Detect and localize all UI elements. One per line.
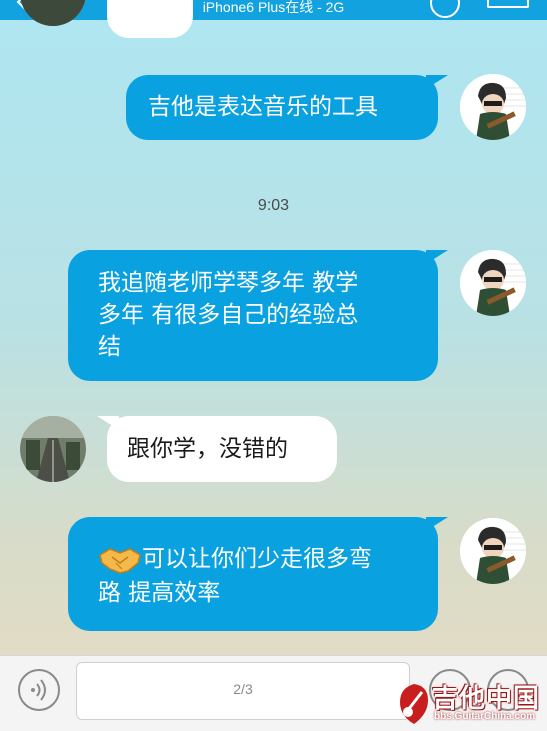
message-text-line: 多年 有很多自己的经验总: [98, 302, 359, 328]
avatar[interactable]: [20, 0, 86, 26]
handshake-icon: [98, 541, 142, 577]
cropped-bubble: [107, 0, 193, 38]
guitar-logo-icon: [400, 684, 428, 724]
message-bubble-incoming[interactable]: 跟你学，没错的: [97, 416, 337, 482]
message-bubble-outgoing[interactable]: 吉他是表达音乐的工具: [126, 75, 448, 140]
message-text-line: 路 提高效率: [98, 580, 221, 606]
profile-icon[interactable]: [487, 0, 529, 8]
message-text-line: 我追随老师学琴多年 教学: [98, 270, 359, 296]
voice-input-button[interactable]: [18, 669, 60, 711]
message-input[interactable]: 2/3: [76, 662, 410, 720]
message-text: 吉他是表达音乐的工具: [148, 94, 378, 120]
watermark-url: bbs.GuitarChina.com: [434, 711, 536, 722]
voice-icon: [31, 679, 46, 701]
avatar[interactable]: [460, 250, 526, 316]
avatar[interactable]: [460, 518, 526, 584]
message-text: 跟你学，没错的: [127, 436, 288, 462]
message-text-line: 可以让你们少走很多弯: [98, 541, 438, 577]
page-indicator: 2/3: [233, 681, 253, 697]
avatar[interactable]: [20, 416, 86, 482]
message-text-line: 结: [98, 334, 121, 360]
message-timestamp: 9:03: [257, 197, 290, 214]
message-bubble-outgoing[interactable]: 我追随老师学琴多年 教学 多年 有很多自己的经验总 结: [68, 250, 448, 381]
watermark-text: 吉他中国: [432, 684, 541, 714]
watermark-logo: 吉他中国 bbs.GuitarChina.com: [390, 676, 547, 730]
message-text: 可以让你们少走很多弯: [142, 546, 372, 572]
message-bubble-outgoing[interactable]: 可以让你们少走很多弯 路 提高效率: [68, 517, 448, 631]
avatar[interactable]: [460, 74, 526, 140]
